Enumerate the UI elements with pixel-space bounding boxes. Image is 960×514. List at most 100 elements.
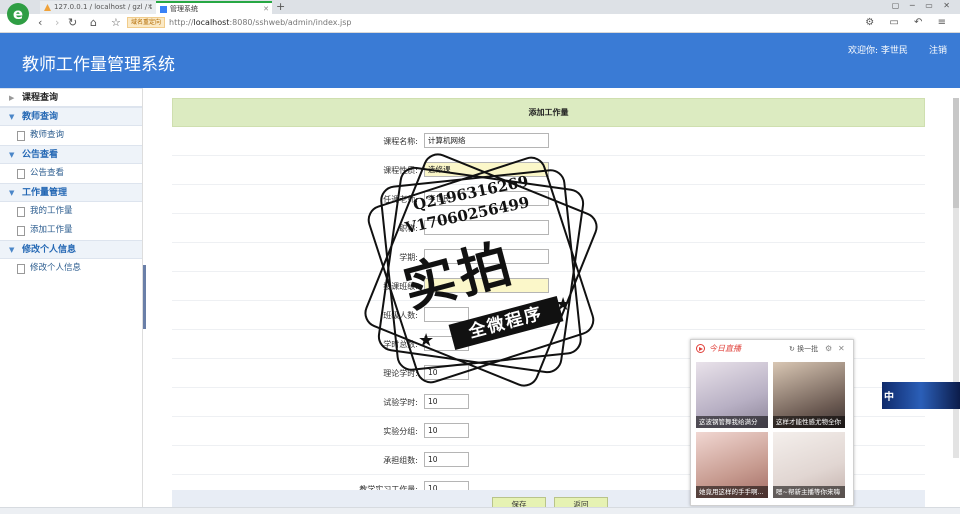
chevron-down-icon: ▼ [9, 151, 15, 159]
live-popup-header: 今日直播 ↻ 换一批 ⚙ ✕ [691, 340, 853, 358]
close-icon[interactable]: ✕ [838, 340, 845, 358]
sidebar-splitter[interactable] [143, 265, 146, 329]
field-label: 实验分组: [383, 427, 418, 436]
test-hours-field[interactable]: 10 [424, 394, 469, 409]
address-path: :8080/sshweb/admin/index.jsp [229, 18, 352, 27]
scrollbar-thumb[interactable] [953, 98, 959, 208]
field-label: 承担组数: [383, 456, 418, 465]
tab-admin[interactable]: 管理系统 ✕ [156, 1, 272, 14]
live-stream-popup: 今日直播 ↻ 换一批 ⚙ ✕ 这波钢管舞我给满分 这样才能性感尤物全你 她竟用这… [690, 339, 854, 506]
chevron-right-icon: ▶ [9, 94, 15, 102]
browser-logo-icon[interactable]: e [7, 3, 29, 25]
logout-link[interactable]: 注销 [929, 43, 947, 56]
side-ad-text: 中 [884, 392, 894, 403]
tab-label: 管理系统 [170, 5, 198, 13]
sidebar-item-teacher-query[interactable]: 教师查询 [0, 126, 142, 145]
chevron-down-icon: ▼ [9, 113, 15, 121]
theory-hours-field[interactable]: 10 [424, 365, 469, 380]
live-card[interactable]: 这波钢管舞我给满分 [696, 362, 768, 428]
field-label: 试验学时: [383, 398, 418, 407]
sidebar-section-teacher-query[interactable]: ▼ 教师查询 [0, 107, 142, 126]
star-icon[interactable]: ☆ [111, 16, 121, 30]
form-row: 授课班级: [172, 272, 925, 301]
document-icon [17, 207, 25, 217]
tab-phpmyadmin[interactable]: 127.0.0.1 / localhost / gzl / t ✕ [40, 1, 156, 14]
chevron-down-icon: ▼ [9, 189, 15, 197]
side-banner-ad[interactable]: 中 [882, 382, 960, 409]
sidebar-section-label: 课程查询 [22, 93, 59, 103]
sidebar-section-notice[interactable]: ▼ 公告查看 [0, 145, 142, 164]
sidebar: ▶ 课程查询 ▼ 教师查询 教师查询 ▼ 公告查看 公告查看 ▼ 工作量管理 我… [0, 88, 143, 513]
browser-toolbar: ‹ › ↻ ⌂ ☆ 域名重定向 http://localhost:8080/ssh… [0, 14, 960, 33]
sidebar-item-label: 添加工作量 [30, 225, 73, 235]
form-row: 职称: [172, 214, 925, 243]
sidebar-item-add-workload[interactable]: 添加工作量 [0, 221, 142, 240]
page-title: 教师工作量管理系统 [22, 55, 175, 75]
live-card[interactable]: 嗯~帮新主播等你来嗨 [773, 432, 845, 498]
page-icon [160, 6, 167, 13]
address-scheme: http:// [169, 18, 194, 27]
field-label: 理论学时: [383, 369, 418, 378]
live-card-caption: 这波钢管舞我给满分 [696, 416, 768, 428]
refresh-button[interactable]: ↻ 换一批 [789, 340, 818, 358]
gear-icon[interactable]: ⚙ [825, 340, 832, 358]
field-label: 学时总数: [383, 340, 418, 349]
sidebar-section-label: 工作量管理 [22, 188, 68, 198]
live-popup-title: 今日直播 [709, 344, 741, 353]
close-icon[interactable]: ✕ [263, 3, 269, 14]
field-label: 课程名称: [383, 137, 418, 146]
star-icon: ★ [555, 294, 572, 315]
app-header: 教师工作量管理系统 欢迎你: 李世民 注销 [0, 33, 960, 88]
tab-label: 127.0.0.1 / localhost / gzl / t [54, 3, 153, 11]
browser-tab-bar: e 127.0.0.1 / localhost / gzl / t ✕ 管理系统… [0, 0, 960, 25]
document-icon [17, 226, 25, 236]
course-name-field[interactable]: 计算机网络 [424, 133, 549, 148]
new-tab-button[interactable]: + [276, 0, 285, 14]
play-icon [696, 344, 705, 353]
window-controls[interactable]: ▢ ─ ▭ ✕ [892, 1, 954, 10]
sidebar-section-course-query[interactable]: ▶ 课程查询 [0, 88, 142, 107]
home-icon[interactable]: ⌂ [90, 16, 97, 30]
form-title: 添加工作量 [172, 98, 925, 127]
address-host: localhost [193, 18, 230, 27]
sidebar-item-edit-profile[interactable]: 修改个人信息 [0, 259, 142, 278]
sidebar-item-my-workload[interactable]: 我的工作量 [0, 202, 142, 221]
document-icon [17, 264, 25, 274]
sidebar-section-workload[interactable]: ▼ 工作量管理 [0, 183, 142, 202]
form-row: 学期: [172, 243, 925, 272]
live-card[interactable]: 她竟用这样的手手啊... [696, 432, 768, 498]
toolbar-actions[interactable]: ⚙ ▭ ↶ ≡ [865, 16, 952, 30]
close-icon[interactable]: ✕ [147, 1, 153, 14]
live-card[interactable]: 这样才能性感尤物全你 [773, 362, 845, 428]
redirect-badge: 域名重定向 [127, 17, 166, 28]
document-icon [17, 131, 25, 141]
sidebar-item-label: 修改个人信息 [30, 263, 82, 273]
sidebar-section-label: 教师查询 [22, 112, 59, 122]
star-icon: ★ [418, 330, 435, 351]
sidebar-section-profile[interactable]: ▼ 修改个人信息 [0, 240, 142, 259]
course-type-field[interactable]: 选修课 [424, 162, 549, 177]
sidebar-item-label: 我的工作量 [30, 206, 73, 216]
welcome-text: 欢迎你: 李世民 [848, 46, 908, 56]
lab-groups-field[interactable]: 10 [424, 423, 469, 438]
chevron-down-icon: ▼ [9, 246, 15, 254]
sidebar-item-notice[interactable]: 公告查看 [0, 164, 142, 183]
refresh-label: 换一批 [797, 345, 819, 353]
sidebar-section-label: 公告查看 [22, 150, 59, 160]
sidebar-item-label: 教师查询 [30, 130, 65, 140]
back-icon[interactable]: ‹ [38, 16, 42, 30]
sidebar-section-label: 修改个人信息 [22, 245, 77, 255]
form-row: 课程性质: 选修课 [172, 156, 925, 185]
warning-icon [44, 4, 51, 11]
forward-icon[interactable]: › [55, 16, 59, 30]
form-row: 课程名称: 计算机网络 [172, 127, 925, 156]
live-card-caption: 她竟用这样的手手啊... [696, 486, 768, 498]
document-icon [17, 169, 25, 179]
assigned-groups-field[interactable]: 10 [424, 452, 469, 467]
address-bar[interactable]: 域名重定向 http://localhost:8080/sshweb/admin/… [127, 16, 857, 29]
live-card-caption: 这样才能性感尤物全你 [773, 416, 845, 428]
live-card-caption: 嗯~帮新主播等你来嗨 [773, 486, 845, 498]
field-label: 课程性质: [383, 166, 418, 175]
sidebar-item-label: 公告查看 [30, 168, 65, 178]
reload-icon[interactable]: ↻ [68, 16, 77, 30]
